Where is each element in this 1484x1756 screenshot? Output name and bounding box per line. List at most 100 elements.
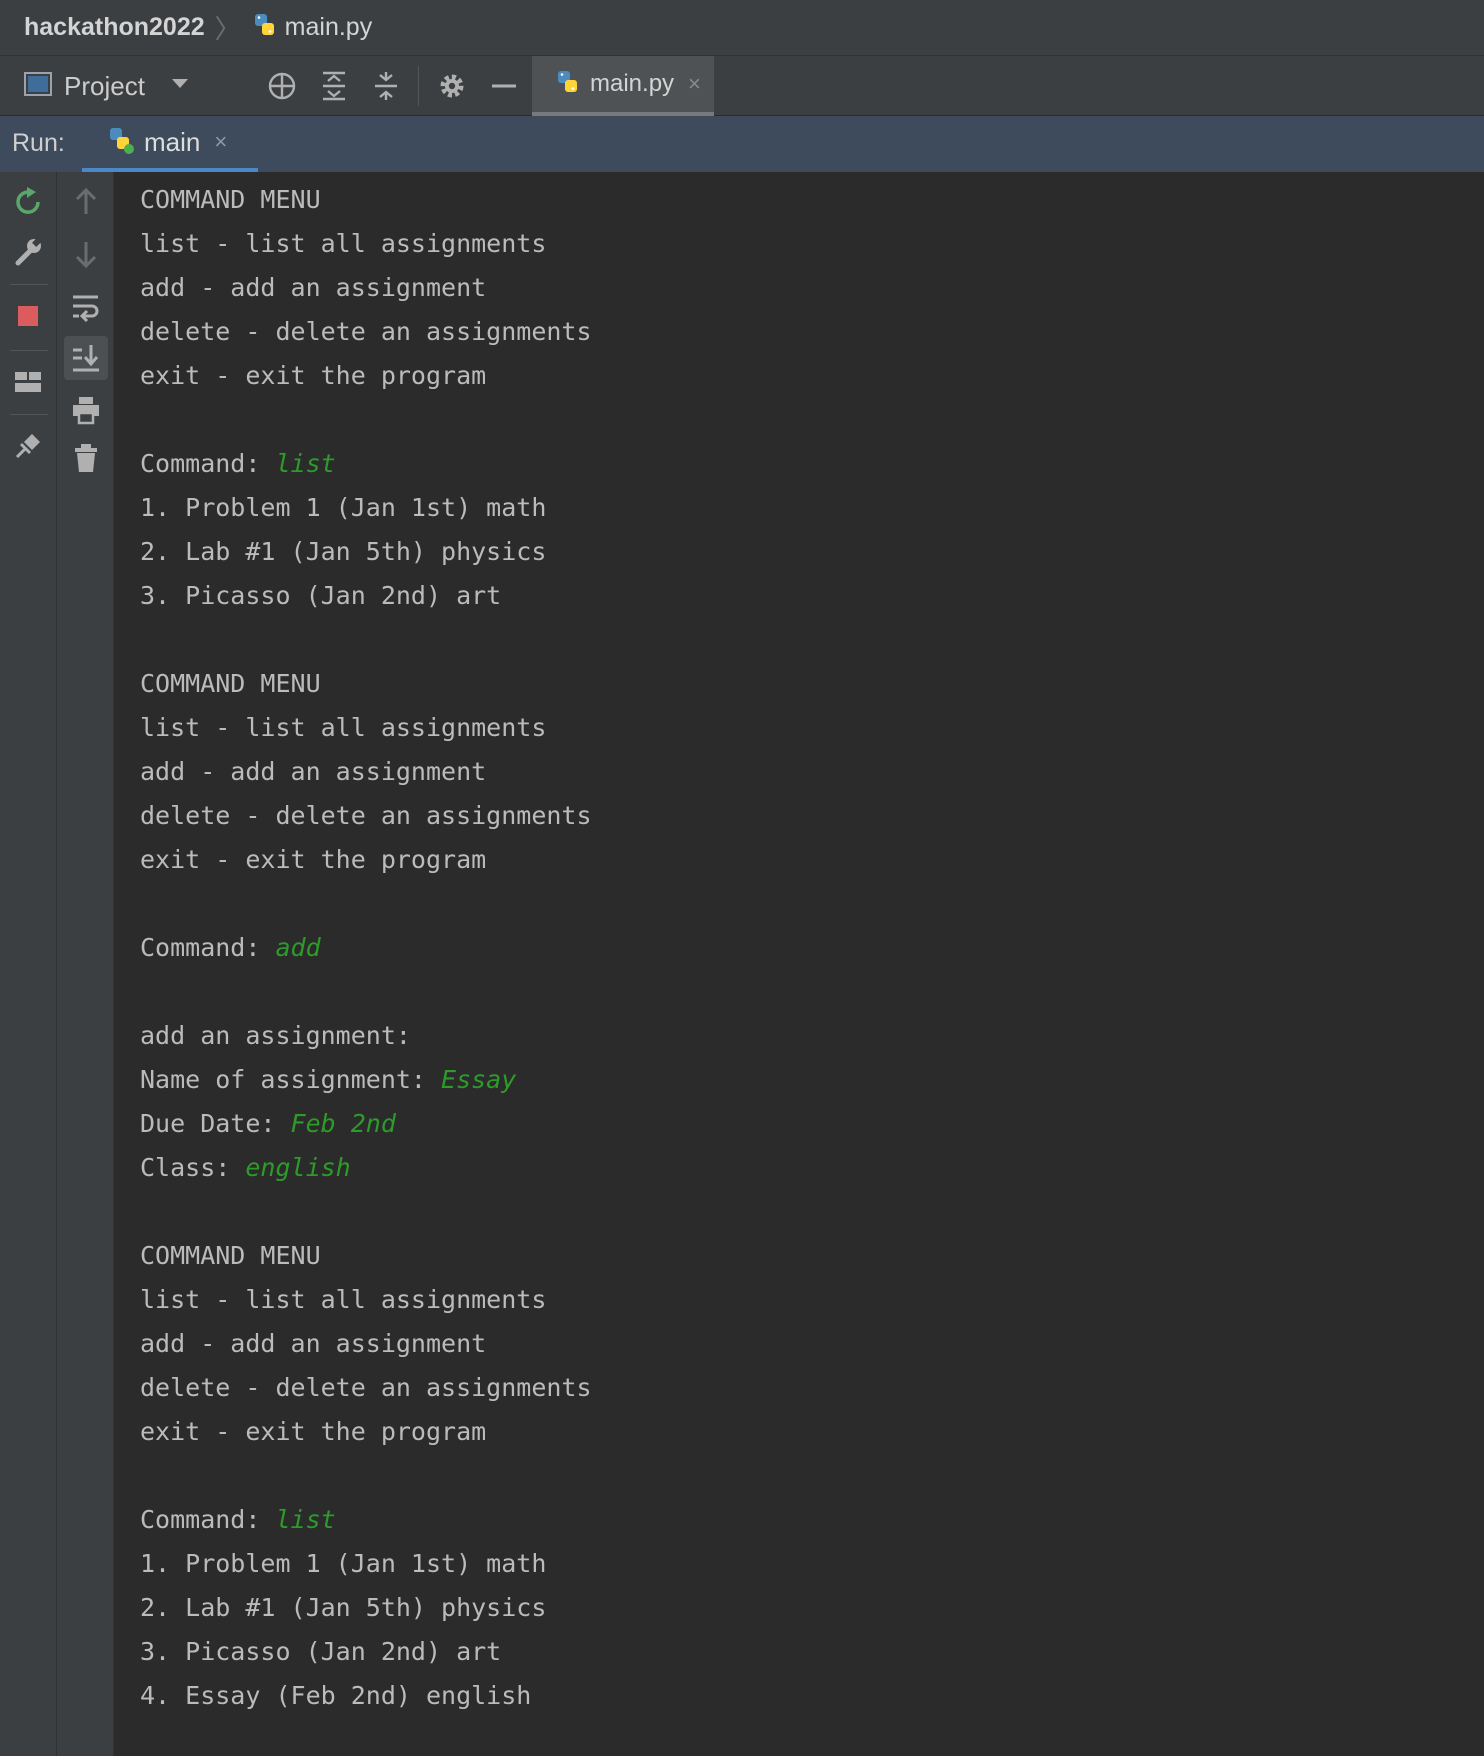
console-line: add an assignment: (140, 1014, 1460, 1058)
run-toolbar: Run: main × (0, 116, 1484, 172)
console-line: list - list all assignments (140, 1278, 1460, 1322)
console-line: Command: list (140, 442, 1460, 486)
close-icon[interactable]: × (214, 129, 227, 155)
console-user-input: Feb 2nd (290, 1109, 396, 1138)
scroll-to-end-icon[interactable] (70, 342, 102, 374)
console-output-text: 2. Lab #1 (Jan 5th) physics (140, 1593, 547, 1622)
gutter-separator (10, 350, 48, 351)
console-output-text: Due Date: (140, 1109, 291, 1138)
project-label: Project (64, 70, 145, 101)
console-user-input: english (245, 1153, 351, 1182)
expand-all-icon[interactable] (318, 70, 350, 102)
console-output-text: 4. Essay (Feb 2nd) english (140, 1681, 532, 1710)
console-line: 2. Lab #1 (Jan 5th) physics (140, 530, 1460, 574)
console-user-input: list (275, 1505, 336, 1534)
console-output-text: Class: (140, 1153, 246, 1182)
console-output[interactable]: COMMAND MENU list - list all assignments a… (140, 178, 1460, 1718)
console-output-text: exit - exit the program (140, 1417, 487, 1446)
console-output-text: add - add an assignment (140, 1329, 487, 1358)
dropdown-icon[interactable] (171, 77, 189, 95)
stop-icon[interactable] (12, 300, 44, 332)
project-view-selector[interactable]: Project (24, 66, 189, 106)
arrow-down-icon[interactable] (70, 238, 102, 270)
console-line: delete - delete an assignments (140, 1366, 1460, 1410)
console-output-text: list - list all assignments (140, 1285, 547, 1314)
console-line: delete - delete an assignments (140, 310, 1460, 354)
minimize-icon[interactable] (488, 70, 520, 102)
console-user-input: add (275, 933, 321, 962)
breadcrumb-project[interactable]: hackathon2022 (24, 13, 205, 42)
console-line: COMMAND MENU (140, 662, 1460, 706)
console-output-text: exit - exit the program (140, 845, 487, 874)
console-line: add - add an assignment (140, 1322, 1460, 1366)
console-output-text: COMMAND MENU (140, 185, 321, 214)
chevron-right-icon: 〉 (214, 14, 241, 44)
wrench-icon[interactable] (12, 236, 44, 268)
run-tab-label: main (144, 126, 201, 157)
console-line: 2. Lab #1 (Jan 5th) physics (140, 1586, 1460, 1630)
console-output-text: add - add an assignment (140, 757, 487, 786)
tab-label: main.py (590, 70, 675, 97)
project-panel-icon (24, 71, 52, 102)
arrow-up-icon[interactable] (70, 186, 102, 218)
console-output-text: add an assignment: (140, 1021, 411, 1050)
console-output-text: exit - exit the program (140, 361, 487, 390)
console-line: 3. Picasso (Jan 2nd) art (140, 1630, 1460, 1674)
console-line: Class: english (140, 1146, 1460, 1190)
console-line: exit - exit the program (140, 354, 1460, 398)
python-file-icon (554, 68, 582, 101)
console-line: COMMAND MENU (140, 1234, 1460, 1278)
close-icon[interactable]: × (688, 71, 701, 97)
console-output-text: delete - delete an assignments (140, 1373, 592, 1402)
tab-main-py[interactable]: main.py × (532, 56, 714, 116)
console-output-text: Command: (140, 449, 276, 478)
console-line: exit - exit the program (140, 1410, 1460, 1454)
python-run-icon (106, 125, 136, 160)
console-line: add - add an assignment (140, 750, 1460, 794)
collapse-all-icon[interactable] (370, 70, 402, 102)
console-user-input: Essay (441, 1065, 517, 1094)
rerun-icon[interactable] (12, 186, 44, 218)
console-output-text: 1. Problem 1 (Jan 1st) math (140, 1549, 547, 1578)
breadcrumb-file[interactable]: main.py (285, 13, 373, 42)
console-line: COMMAND MENU (140, 178, 1460, 222)
console-output-text: 3. Picasso (Jan 2nd) art (140, 1637, 502, 1666)
locate-icon[interactable] (266, 70, 298, 102)
tab-run-main[interactable]: main × (82, 116, 258, 172)
console-output-text: Command: (140, 1505, 276, 1534)
console-output-text: add - add an assignment (140, 273, 487, 302)
console-output-text: list - list all assignments (140, 713, 547, 742)
print-icon[interactable] (70, 394, 102, 426)
trash-icon[interactable] (70, 442, 102, 474)
soft-wrap-icon[interactable] (70, 290, 102, 323)
console-output-text: Name of assignment: (140, 1065, 442, 1094)
console-tools-gutter (57, 172, 114, 1756)
layout-icon[interactable] (12, 366, 44, 398)
console-output-text: 2. Lab #1 (Jan 5th) physics (140, 537, 547, 566)
console-output-text: 3. Picasso (Jan 2nd) art (140, 581, 502, 610)
console-line: list - list all assignments (140, 706, 1460, 750)
pin-icon[interactable] (12, 430, 44, 462)
console-line: 1. Problem 1 (Jan 1st) math (140, 486, 1460, 530)
toolbar-divider (418, 66, 419, 106)
run-label: Run: (12, 129, 65, 157)
console-line: exit - exit the program (140, 838, 1460, 882)
run-actions-gutter (0, 172, 57, 1756)
tool-window-toolbar: Project main.py × (0, 56, 1484, 116)
python-file-icon (251, 11, 279, 44)
console-line: Due Date: Feb 2nd (140, 1102, 1460, 1146)
console-line: Command: list (140, 1498, 1460, 1542)
console-output-text: 1. Problem 1 (Jan 1st) math (140, 493, 547, 522)
gutter-separator (10, 284, 48, 285)
console-output-text: Command: (140, 933, 276, 962)
breadcrumb: hackathon2022 〉 main.py (0, 0, 1484, 56)
gear-icon[interactable] (436, 70, 468, 102)
console-output-text: list - list all assignments (140, 229, 547, 258)
console-line: 1. Problem 1 (Jan 1st) math (140, 1542, 1460, 1586)
console-output-text: delete - delete an assignments (140, 317, 592, 346)
